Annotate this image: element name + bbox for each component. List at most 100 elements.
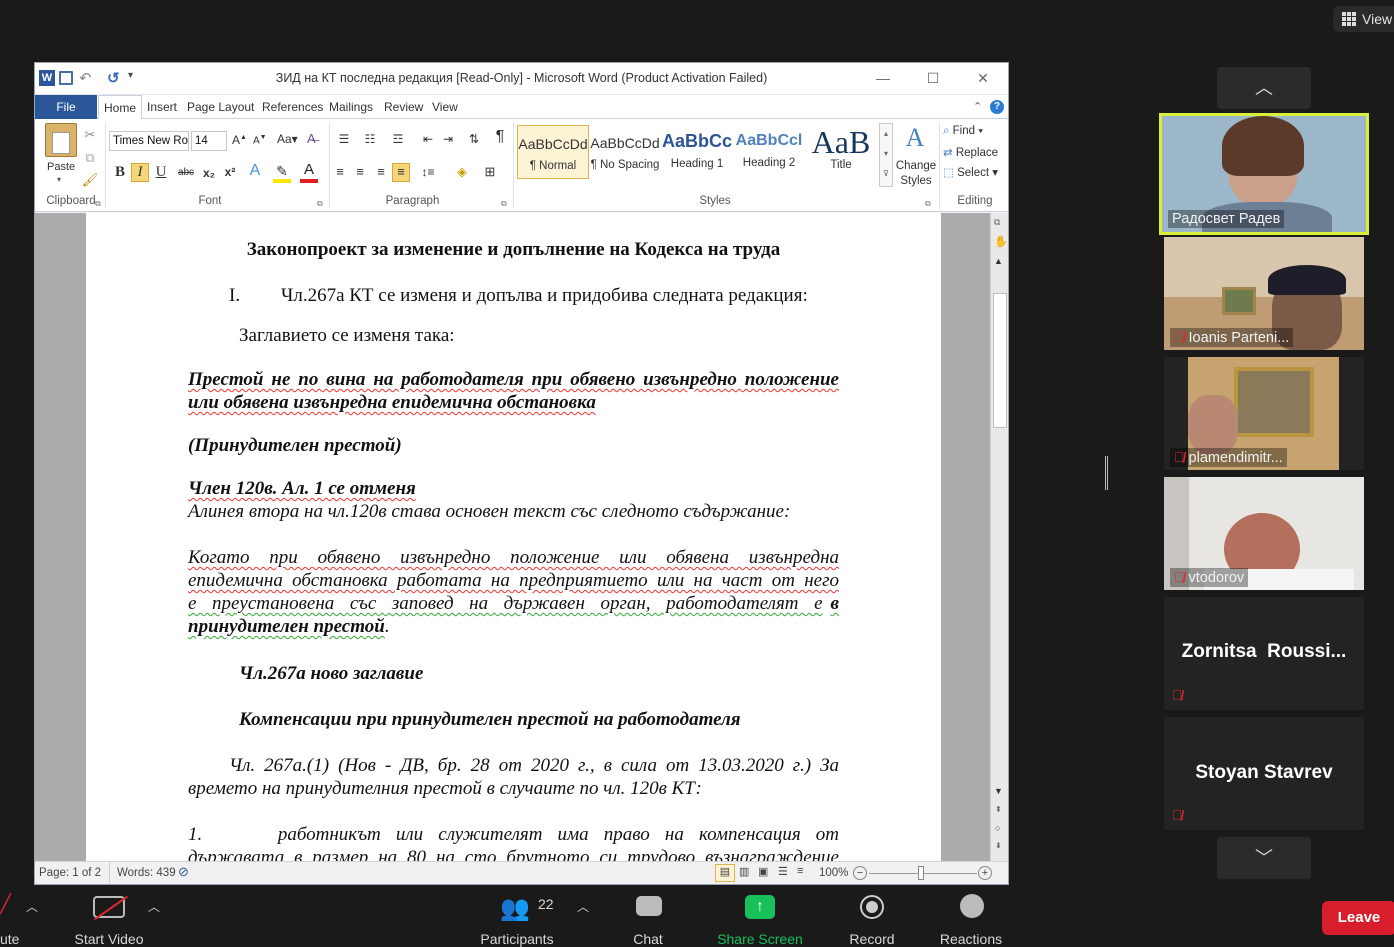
word-count[interactable]: Words: 439	[117, 867, 176, 879]
shrink-font-icon[interactable]: A▼	[253, 134, 267, 146]
underline-icon[interactable]: U	[152, 164, 170, 180]
outline-icon[interactable]: ☰	[778, 865, 788, 878]
minimize-icon[interactable]: —	[874, 69, 892, 87]
reactions-icon[interactable]	[960, 894, 984, 918]
styles-scroll[interactable]: ▴ ▾ ⊽	[879, 123, 893, 187]
scroll-up-button[interactable]: ︿	[1217, 67, 1311, 109]
select-button[interactable]: ⬚ Select ▾	[943, 165, 998, 179]
browse-object-icon[interactable]: ○	[995, 823, 1000, 833]
record-icon[interactable]	[860, 895, 884, 919]
panel-resize-handle[interactable]	[1105, 456, 1108, 490]
font-launcher-icon[interactable]: ⧉	[317, 199, 323, 209]
tab-view[interactable]: View	[432, 95, 458, 119]
chat-icon[interactable]	[636, 896, 662, 916]
tab-file[interactable]: File	[35, 95, 97, 119]
video-options-icon[interactable]: ︿	[148, 898, 160, 915]
zoom-in-icon[interactable]: +	[978, 866, 992, 880]
superscript-icon[interactable]: x²	[221, 164, 239, 180]
sort-icon[interactable]: ⇅	[465, 131, 483, 147]
pan-icon[interactable]: ✋	[994, 235, 1008, 248]
ruler-toggle-icon[interactable]: ⧉	[994, 217, 1000, 228]
participants-options-icon[interactable]: ︿	[577, 898, 589, 915]
replace-button[interactable]: ⇄ Replace	[943, 145, 998, 159]
paste-dropdown-icon[interactable]: ▾	[57, 175, 61, 184]
align-right-icon[interactable]: ≡	[372, 164, 390, 180]
style-heading-1[interactable]: AaBbCc Heading 1	[661, 125, 733, 179]
highlight-icon[interactable]: ✎	[273, 163, 291, 183]
shading-icon[interactable]: ◈	[453, 164, 471, 180]
proofing-icon[interactable]: ⊘	[178, 864, 189, 880]
zoom-slider-handle[interactable]	[918, 866, 924, 880]
copy-icon[interactable]: ⧉	[81, 150, 99, 166]
style-no-spacing[interactable]: AaBbCcDd ¶ No Spacing	[589, 125, 661, 179]
collapse-ribbon-icon[interactable]: ⌃	[973, 100, 982, 113]
draft-icon[interactable]: ≡	[797, 865, 803, 877]
tab-page-layout[interactable]: Page Layout	[187, 95, 254, 119]
paragraph-launcher-icon[interactable]: ⧉	[501, 199, 507, 209]
tab-home[interactable]: Home	[98, 95, 142, 120]
web-layout-icon[interactable]: ▣	[758, 865, 768, 878]
grow-font-icon[interactable]: A▲	[232, 133, 247, 147]
align-center-icon[interactable]: ≡	[351, 164, 369, 180]
borders-icon[interactable]: ⊞	[481, 164, 499, 180]
participant-tile[interactable]: Stoyan Stavrev 🎙̸	[1164, 717, 1364, 830]
zoom-level[interactable]: 100%	[819, 867, 848, 879]
bullets-icon[interactable]: ☰	[335, 131, 353, 147]
tab-insert[interactable]: Insert	[147, 95, 177, 119]
muted-mic-icon[interactable]: ╱	[0, 894, 12, 918]
full-screen-reading-icon[interactable]: ▥	[739, 865, 749, 878]
numbering-icon[interactable]: ☷	[361, 131, 379, 147]
participant-tile[interactable]: Zornitsa Roussi... 🎙̸	[1164, 597, 1364, 710]
clipboard-launcher-icon[interactable]: ⧉	[95, 199, 101, 209]
scroll-down-icon[interactable]: ▼	[994, 786, 1003, 796]
tab-mailings[interactable]: Mailings	[329, 95, 373, 119]
video-off-icon[interactable]	[93, 895, 128, 921]
document-page[interactable]: Законопроект за изменение и допълнение н…	[86, 213, 941, 873]
change-styles-label[interactable]: Change Styles	[894, 159, 938, 189]
find-button[interactable]: ⌕ Find ▾	[943, 125, 983, 138]
share-screen-icon[interactable]: ↑	[745, 895, 775, 919]
styles-launcher-icon[interactable]: ⧉	[925, 199, 931, 209]
next-page-icon[interactable]: ⇟	[995, 841, 1002, 850]
change-styles-icon[interactable]: A	[897, 123, 933, 153]
increase-indent-icon[interactable]: ⇥	[439, 131, 457, 147]
italic-icon[interactable]: I	[131, 163, 149, 182]
help-icon[interactable]: ?	[990, 100, 1004, 114]
participants-icon[interactable]: 👥	[500, 894, 530, 923]
font-size-combo[interactable]: 14	[191, 131, 227, 151]
style-normal[interactable]: AaBbCcDd ¶ Normal	[517, 125, 589, 179]
participant-tile[interactable]: 🎙̸ vtodorov	[1164, 477, 1364, 590]
justify-icon[interactable]: ≡	[392, 163, 410, 182]
tab-review[interactable]: Review	[384, 95, 423, 119]
font-color-icon[interactable]: A	[300, 162, 318, 183]
print-layout-icon[interactable]: ▤	[715, 864, 735, 882]
previous-page-icon[interactable]: ⇞	[995, 805, 1002, 814]
change-case-icon[interactable]: Aa▾	[277, 132, 298, 146]
strikethrough-icon[interactable]: abc	[177, 165, 195, 181]
participant-tile[interactable]: 🎙̸ plamendimitr...	[1164, 357, 1364, 470]
scroll-down-button[interactable]: ﹀	[1217, 837, 1311, 879]
text-effects-icon[interactable]: A	[246, 163, 264, 179]
paste-icon[interactable]	[45, 123, 77, 157]
cut-icon[interactable]: ✂	[81, 127, 99, 143]
zoom-out-icon[interactable]: −	[853, 866, 867, 880]
line-spacing-icon[interactable]: ↕≡	[419, 164, 437, 180]
bold-icon[interactable]: B	[111, 164, 129, 180]
multilevel-list-icon[interactable]: ☲	[389, 131, 407, 147]
format-painter-icon[interactable]: 🖌	[81, 172, 99, 188]
participant-tile-active[interactable]: Радосвет Радев	[1159, 113, 1369, 235]
leave-button[interactable]: Leave	[1322, 901, 1394, 935]
scroll-up-icon[interactable]: ▲	[994, 256, 1003, 266]
align-left-icon[interactable]: ≡	[331, 164, 349, 180]
participant-tile[interactable]: 🎙̸ Ioanis Parteni...	[1164, 237, 1364, 350]
mute-label[interactable]: ute	[0, 931, 19, 947]
clear-formatting-icon[interactable]: A̶	[307, 131, 316, 146]
paste-label[interactable]: Paste	[47, 161, 75, 173]
scrollbar-thumb[interactable]	[993, 293, 1007, 428]
maximize-icon[interactable]: ☐	[924, 69, 942, 87]
style-title[interactable]: AaB Title	[805, 125, 877, 179]
subscript-icon[interactable]: x₂	[200, 165, 218, 181]
close-icon[interactable]: ✕	[974, 69, 992, 87]
audio-options-icon[interactable]: ︿	[26, 898, 38, 915]
show-formatting-icon[interactable]: ¶	[491, 129, 509, 145]
